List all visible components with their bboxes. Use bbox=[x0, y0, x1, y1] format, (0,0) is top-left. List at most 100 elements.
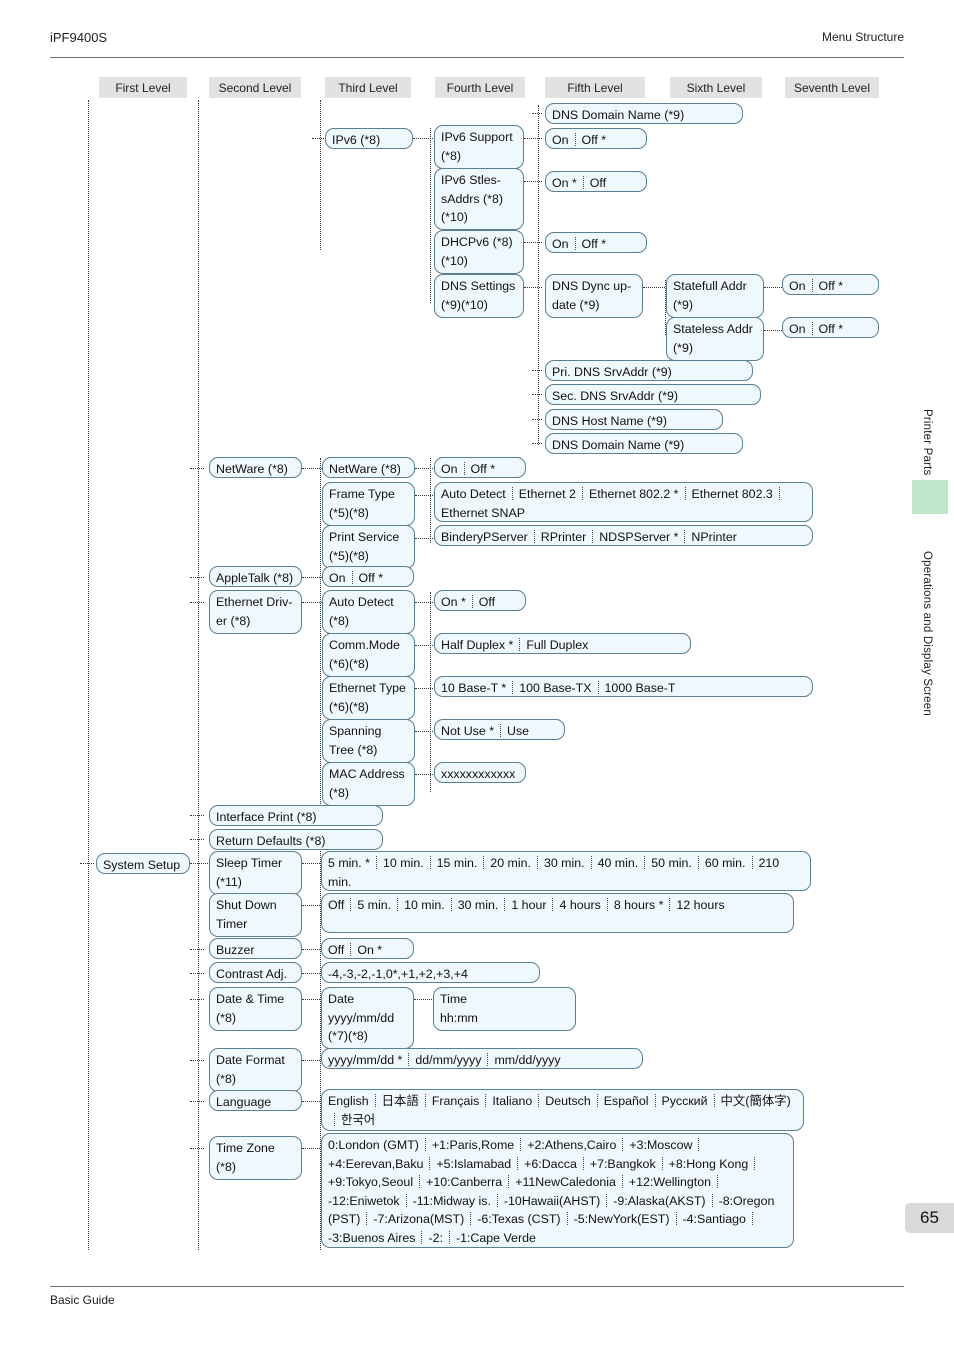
node-ethernet-type[interactable]: Ethernet Type (*6)(*8) bbox=[322, 676, 415, 720]
option-separator bbox=[811, 322, 813, 335]
node-auto-detect-options[interactable]: On * Off bbox=[434, 590, 526, 611]
option-separator bbox=[697, 856, 699, 869]
footer-divider bbox=[50, 1286, 904, 1287]
node-buzzer[interactable]: Buzzer bbox=[209, 938, 302, 959]
node-ethernet-type-options[interactable]: 10 Base-T * 100 Base-TX 1000 Base-T bbox=[434, 676, 813, 697]
node-ipv6-support[interactable]: IPv6 Support (*8) bbox=[434, 125, 524, 169]
connector bbox=[190, 999, 204, 1000]
node-system-setup[interactable]: System Setup bbox=[96, 853, 190, 874]
connector bbox=[524, 287, 542, 288]
option-separator bbox=[713, 1094, 715, 1107]
node-comm-mode[interactable]: Comm.Mode (*6)(*8) bbox=[322, 633, 415, 677]
option-separator bbox=[397, 898, 399, 911]
connector bbox=[302, 468, 324, 469]
node-print-service[interactable]: Print Service (*5)(*8) bbox=[322, 525, 415, 569]
option-separator bbox=[582, 176, 584, 189]
node-ipv6-stateless-addrs[interactable]: IPv6 Stles- sAddrs (*8) (*10) bbox=[434, 168, 524, 230]
node-language[interactable]: Language bbox=[209, 1090, 302, 1111]
node-dns-domain-name-top[interactable]: DNS Domain Name (*9) bbox=[545, 103, 743, 124]
node-ethernet-driver[interactable]: Ethernet Driv- er (*8) bbox=[209, 590, 302, 634]
node-spanning-tree-options[interactable]: Not Use * Use bbox=[434, 719, 565, 740]
option-value: 0:London (GMT) bbox=[328, 1138, 419, 1152]
option-separator bbox=[471, 595, 473, 608]
connector bbox=[302, 1101, 322, 1102]
node-frame-type-options[interactable]: Auto Detect Ethernet 2 Ethernet 802.2 * Eth… bbox=[434, 482, 813, 522]
node-print-service-options[interactable]: BinderyPServer RPrinter NDSPServer * NPrint… bbox=[434, 525, 813, 546]
node-time[interactable]: Time hh:mm bbox=[433, 987, 576, 1031]
node-shut-down-timer[interactable]: Shut Down Timer bbox=[209, 893, 302, 937]
connector bbox=[302, 602, 324, 603]
node-dns-dync-update[interactable]: DNS Dync up- date (*9) bbox=[545, 274, 643, 318]
node-ipv6-stateless-addrs-options[interactable]: On * Off bbox=[545, 171, 647, 192]
node-appletalk-options[interactable]: On Off * bbox=[322, 566, 414, 587]
option-separator bbox=[351, 571, 353, 584]
spine-first-level bbox=[88, 100, 89, 1250]
option-separator bbox=[644, 856, 646, 869]
connector bbox=[532, 419, 542, 420]
node-contrast-adj-options[interactable]: -4,-3,-2,-1,0*,+1,+2,+3,+4 bbox=[321, 962, 540, 983]
option-value: Use bbox=[507, 724, 530, 738]
option-value: +10:Canberra bbox=[426, 1175, 503, 1189]
option-value: 한국어 bbox=[341, 1112, 376, 1127]
node-sec-dns-srvaddr[interactable]: Sec. DNS SrvAddr (*9) bbox=[545, 384, 761, 405]
node-statefull-addr[interactable]: Statefull Addr (*9) bbox=[666, 274, 764, 318]
connector bbox=[302, 1148, 322, 1149]
option-separator bbox=[566, 1212, 568, 1225]
node-stateless-addr-options[interactable]: On Off * bbox=[782, 317, 879, 338]
option-separator bbox=[716, 1175, 718, 1188]
option-value: On bbox=[441, 462, 458, 476]
node-mac-address-value[interactable]: xxxxxxxxxxxx bbox=[434, 762, 526, 783]
node-netware-options[interactable]: On Off * bbox=[434, 457, 526, 478]
node-dns-domain-name[interactable]: DNS Domain Name (*9) bbox=[545, 433, 743, 454]
node-buzzer-options[interactable]: Off On * bbox=[321, 938, 414, 959]
node-sleep-timer[interactable]: Sleep Timer (*11) bbox=[209, 851, 302, 895]
node-pri-dns-srvaddr[interactable]: Pri. DNS SrvAddr (*9) bbox=[545, 360, 753, 381]
node-date-format[interactable]: Date Format (*8) bbox=[209, 1048, 302, 1092]
node-contrast-adj[interactable]: Contrast Adj. bbox=[209, 962, 302, 983]
option-value: +2:Athens,Cairo bbox=[527, 1138, 617, 1152]
node-dhcpv6[interactable]: DHCPv6 (*8) (*10) bbox=[434, 230, 524, 274]
node-comm-mode-options[interactable]: Half Duplex * Full Duplex bbox=[434, 633, 691, 654]
node-ipv6[interactable]: IPv6 (*8) bbox=[325, 128, 413, 149]
node-spanning-tree[interactable]: Spanning Tree (*8) bbox=[322, 719, 415, 763]
node-language-options[interactable]: English 日本語 Français Italiano Deutsch Español… bbox=[321, 1089, 804, 1131]
node-time-zone-options[interactable]: 0:London (GMT) +1:Paris,Rome +2:Athens,Cai… bbox=[321, 1133, 794, 1248]
node-netware-second[interactable]: NetWare (*8) bbox=[209, 457, 302, 478]
option-separator bbox=[350, 898, 352, 911]
node-statefull-addr-options[interactable]: On Off * bbox=[782, 274, 879, 295]
option-value: +9:Tokyo,Seoul bbox=[328, 1175, 414, 1189]
node-dhcpv6-options[interactable]: On Off * bbox=[545, 232, 647, 253]
option-value: Off * bbox=[581, 133, 607, 147]
node-dns-settings[interactable]: DNS Settings (*9)(*10) bbox=[434, 274, 524, 318]
node-mac-address[interactable]: MAC Address (*8) bbox=[322, 762, 415, 806]
option-separator bbox=[590, 856, 592, 869]
node-stateless-addr[interactable]: Stateless Addr (*9) bbox=[666, 317, 764, 361]
node-netware-third[interactable]: NetWare (*8) bbox=[322, 457, 415, 478]
option-value: -6:Texas (CST) bbox=[477, 1212, 561, 1226]
option-separator bbox=[606, 898, 608, 911]
node-date[interactable]: Date yyyy/mm/dd (*7)(*8) bbox=[321, 987, 414, 1049]
node-sleep-timer-options[interactable]: 5 min. * 10 min. 15 min. 20 min. 30 min. 40 m… bbox=[321, 851, 811, 891]
option-separator bbox=[621, 1175, 623, 1188]
node-frame-type[interactable]: Frame Type (*5)(*8) bbox=[322, 482, 415, 526]
node-dns-host-name[interactable]: DNS Host Name (*9) bbox=[545, 409, 723, 430]
connector bbox=[80, 863, 94, 864]
node-auto-detect[interactable]: Auto Detect (*8) bbox=[322, 590, 415, 634]
node-return-defaults[interactable]: Return Defaults (*8) bbox=[209, 829, 383, 850]
node-time-zone[interactable]: Time Zone (*8) bbox=[209, 1136, 302, 1180]
node-date-and-time[interactable]: Date & Time (*8) bbox=[209, 987, 302, 1031]
option-value: 12 hours bbox=[676, 898, 725, 912]
node-appletalk[interactable]: AppleTalk (*8) bbox=[209, 566, 302, 587]
option-value: 1 hour bbox=[511, 898, 547, 912]
node-shut-down-timer-options[interactable]: Off 5 min. 10 min. 30 min. 1 hour 4 hours 8 ho… bbox=[321, 893, 794, 933]
node-date-format-options[interactable]: yyyy/mm/dd * dd/mm/yyyy mm/dd/yyyy bbox=[321, 1048, 643, 1069]
spine-third-level-mid bbox=[320, 458, 321, 808]
connector bbox=[302, 863, 322, 864]
node-interface-print[interactable]: Interface Print (*8) bbox=[209, 805, 383, 826]
option-value: NPrinter bbox=[691, 530, 737, 544]
option-separator bbox=[424, 1094, 426, 1107]
footer-guide-title: Basic Guide bbox=[50, 1293, 115, 1307]
option-value: -12:Eniwetok bbox=[328, 1193, 400, 1208]
node-ipv6-support-options[interactable]: On Off * bbox=[545, 128, 647, 149]
connector bbox=[415, 468, 435, 469]
